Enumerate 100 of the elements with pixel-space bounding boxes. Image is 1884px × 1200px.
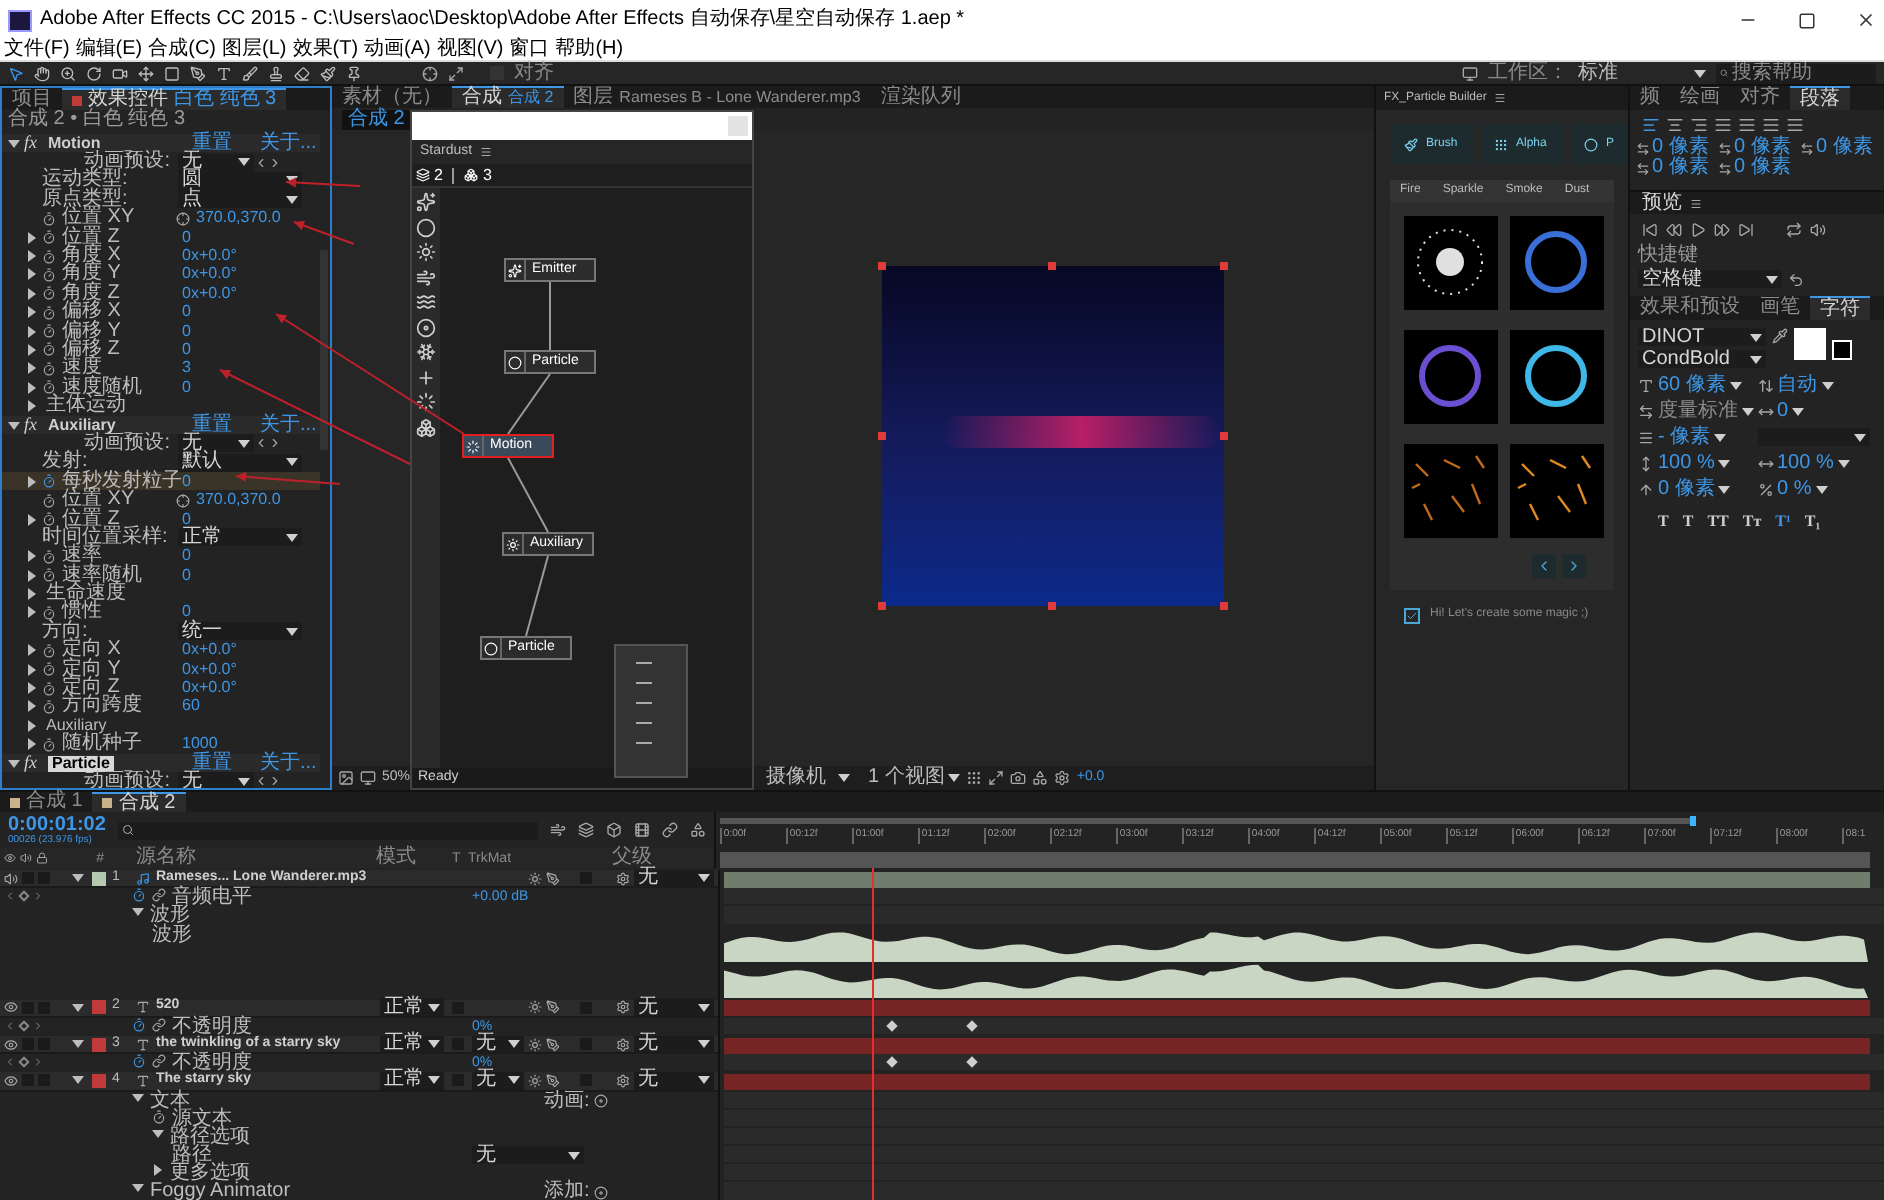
menu-item[interactable]: 视图(V)	[436, 40, 504, 60]
property-value[interactable]: 370.0,370.0	[190, 492, 281, 509]
property-row[interactable]: 定向 X 0x+0.0°	[2, 641, 320, 660]
property-value[interactable]: 60	[176, 698, 200, 715]
property-value[interactable]: 0	[176, 304, 191, 321]
panel-tab[interactable]: 素材（无）	[332, 86, 452, 108]
property-row[interactable]: 角度 X 0x+0.0°	[2, 246, 320, 266]
value-field[interactable]: 0 像素	[1652, 158, 1709, 178]
text-style-button[interactable]: Tт	[1742, 510, 1762, 534]
panel-tab[interactable]: 画笔	[1750, 296, 1810, 320]
parent-dropdown[interactable]: 无	[634, 869, 714, 888]
about-link[interactable]: 关于...	[260, 133, 317, 154]
property-value[interactable]: 0	[176, 567, 191, 584]
property-value[interactable]: 0	[176, 473, 191, 490]
menu-item[interactable]: 编辑(E)	[75, 40, 143, 60]
path-dropdown[interactable]: 无	[472, 1146, 584, 1165]
property-row[interactable]: 偏移 Z 0	[2, 340, 320, 360]
dropdown[interactable]: 统一	[178, 622, 302, 641]
dropdown[interactable]: 点	[178, 190, 302, 209]
dropdown[interactable]: 默认	[178, 453, 302, 472]
value-field[interactable]: 0 像素	[1734, 158, 1791, 178]
menu-item[interactable]: 文件(F)	[4, 40, 70, 60]
text-style-button[interactable]: T¹	[1775, 510, 1791, 534]
property-row[interactable]: 速度随机 0	[2, 378, 320, 397]
panel-tab[interactable]: 段落	[1790, 86, 1850, 110]
panel-tab[interactable]: 合成 1	[0, 792, 93, 812]
property-value[interactable]: 0	[176, 604, 191, 621]
property-row[interactable]: 每秒发射粒子0	[2, 472, 320, 491]
panel-tab[interactable]: 绘画	[1670, 86, 1730, 110]
property-value[interactable]: 0x+0.0°	[176, 661, 237, 678]
menu-item[interactable]: 合成(C)	[148, 40, 217, 60]
reset-link[interactable]: 重置	[192, 133, 260, 154]
panel-tab[interactable]: 合成 2	[92, 792, 186, 812]
value-field[interactable]: 0 像素	[1816, 138, 1873, 158]
dropdown[interactable]: 正常	[178, 528, 302, 547]
about-link[interactable]: 关于...	[260, 753, 317, 774]
property-row[interactable]: 偏移 X 0	[2, 303, 320, 322]
property-value[interactable]: 0x+0.0°	[176, 248, 237, 265]
property-value[interactable]: 0x+0.0°	[176, 680, 237, 697]
property-value[interactable]: 0	[176, 511, 191, 527]
text-style-button[interactable]: T	[1658, 510, 1669, 534]
mode-dropdown[interactable]: 正常	[380, 1035, 444, 1054]
property-row[interactable]: 速率随机 0	[2, 565, 320, 585]
property-row[interactable]: 方向跨度 60	[2, 697, 320, 717]
font-dropdown[interactable]: DINOT	[1638, 328, 1766, 346]
property-value[interactable]: 0x+0.0°	[176, 266, 237, 283]
property-value[interactable]: 0	[176, 379, 191, 396]
value-field[interactable]: 100 %	[1777, 454, 1834, 474]
workspace-dropdown[interactable]: 标准	[1578, 63, 1706, 83]
property-row[interactable]: 角度 Z 0x+0.0°	[2, 284, 320, 304]
mode-dropdown[interactable]: 正常	[380, 998, 444, 1017]
dropdown[interactable]: 无	[178, 772, 254, 788]
property-value[interactable]: 0	[176, 229, 191, 246]
menu-item[interactable]: 帮助(H)	[555, 40, 624, 60]
menu-item[interactable]: 效果(T)	[292, 40, 359, 60]
property-row[interactable]: 偏移 Y 0	[2, 321, 320, 341]
value-field[interactable]: 0 像素	[1652, 138, 1709, 158]
panel-tab[interactable]: 合成 合成 2	[452, 86, 564, 108]
panel-tab[interactable]: 图层 Rameses B - Lone Wanderer.mp3	[563, 86, 871, 108]
panel-tab[interactable]: 效果和预设	[1630, 296, 1750, 320]
menu-item[interactable]: 窗口	[509, 40, 550, 60]
dropdown[interactable]: 圆	[178, 171, 302, 190]
menu-item[interactable]: 图层(L)	[222, 40, 287, 60]
font-style-dropdown[interactable]: CondBold	[1638, 350, 1766, 368]
panel-tab[interactable]: 字符	[1810, 296, 1870, 320]
search-field[interactable]: 搜索帮助	[1716, 63, 1876, 83]
reset-link[interactable]: 重置	[192, 415, 260, 436]
camera-dropdown[interactable]: 摄像机	[766, 768, 863, 788]
value-field[interactable]: - 像素	[1658, 428, 1711, 448]
text-style-button[interactable]: T	[1682, 510, 1694, 534]
mode-dropdown[interactable]: 正常	[380, 1071, 444, 1090]
property-row[interactable]: 定向 Y 0x+0.0°	[2, 659, 320, 679]
property-row[interactable]: 随机种子 1000	[2, 735, 320, 754]
property-row[interactable]: 速率 0	[2, 547, 320, 566]
value-field[interactable]: 自动	[1777, 376, 1817, 396]
text-style-button[interactable]: TT	[1707, 510, 1729, 534]
property-value[interactable]: 0	[176, 548, 191, 565]
value-field[interactable]: 度量标准	[1658, 402, 1738, 422]
about-link[interactable]: 关于...	[260, 415, 317, 436]
value-field[interactable]: 0 %	[1777, 480, 1812, 500]
property-value[interactable]: 0	[176, 323, 191, 340]
property-row[interactable]: 位置 Z 0	[2, 227, 320, 247]
text-style-button[interactable]: T₁	[1804, 510, 1821, 534]
value-field[interactable]: 0 像素	[1658, 480, 1715, 500]
property-value[interactable]: 1000	[176, 736, 218, 753]
property-value[interactable]: 0x+0.0°	[176, 642, 237, 659]
timecode[interactable]: 0:00:01:02	[8, 815, 106, 835]
dropdown[interactable]: 无	[178, 434, 254, 453]
property-value[interactable]: 0	[176, 341, 191, 358]
property-value[interactable]: 0x+0.0°	[176, 285, 237, 302]
value-field[interactable]: 0	[1777, 402, 1789, 422]
reset-link[interactable]: 重置	[192, 753, 260, 774]
property-value[interactable]: 370.0,370.0	[190, 210, 281, 227]
value-field[interactable]: 0 像素	[1734, 138, 1791, 158]
views-dropdown[interactable]: 1 个视图	[868, 768, 961, 788]
view-tab[interactable]: 合成 2	[342, 109, 411, 129]
panel-tab[interactable]: 频	[1630, 86, 1670, 110]
menu-item[interactable]: 动画(A)	[364, 40, 431, 60]
value-field[interactable]: 60 像素	[1658, 376, 1726, 396]
value-field[interactable]: 100 %	[1658, 454, 1715, 474]
